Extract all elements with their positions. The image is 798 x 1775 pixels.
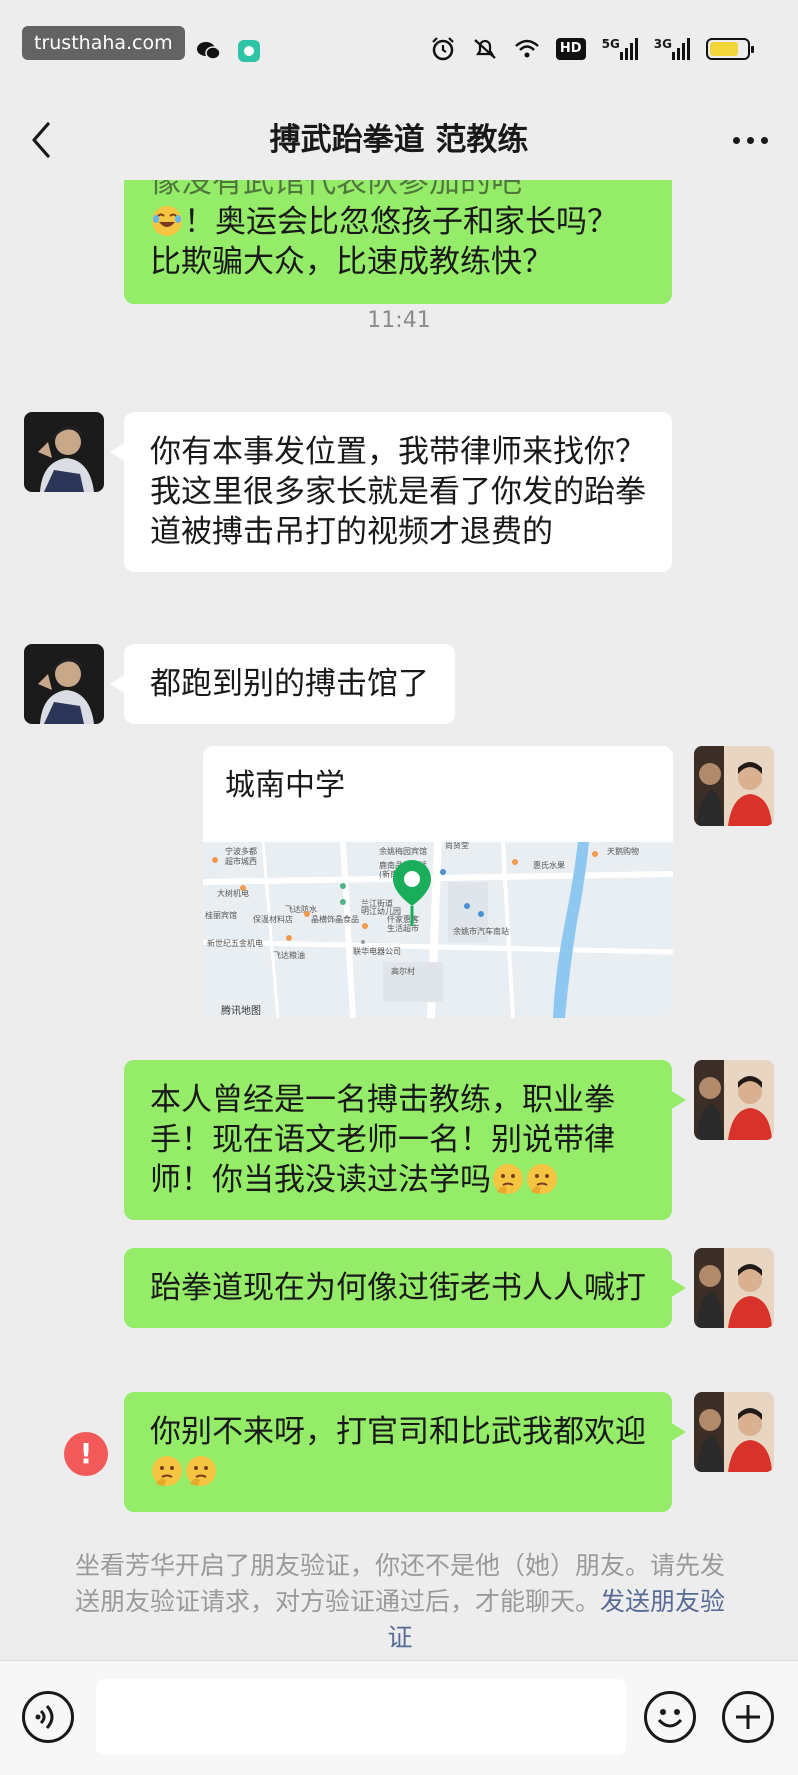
wechat-icon [197,42,221,60]
app-notification-icon [238,40,260,62]
map-label: 飞达粮油 [273,950,305,960]
location-map[interactable]: 宁波多都 超市城西 余姚梅园宾馆 尚贤堂 天鹅购物 惠氏水果 大树机电 鹿南品质… [203,842,673,1018]
map-label: 天鹅购物 [607,846,639,856]
map-label: 仟家惠客 [387,914,419,924]
map-label: 新世纪五金机电 [207,938,263,948]
message-line-text: ！奥运会比忽悠孩子和家长吗？ [184,204,618,240]
thinking-emoji-icon [186,1456,216,1486]
system-note: 坐看芳华开启了朋友验证，你还不是他（她）朋友。请先发送朋友验证请求，对方验证通过… [64,1548,736,1656]
map-label: 余姚市汽车南站 [453,926,509,936]
map-label: 尚贤堂 [445,842,469,850]
message-bubble-received[interactable]: 你有本事发位置，我带律师来找你？我这里很多家长就是看了你发的跆拳道被搏击吊打的视… [110,412,672,572]
map-provider-label: 腾讯地图 [221,1004,261,1017]
location-card[interactable]: 城南中学 宁波多都 超市城西 余姚梅园宾馆 尚贤堂 天鹅购物 惠氏水果 大树机电… [203,746,673,1018]
map-label: 余姚梅园宾馆 [379,846,427,856]
map-label: 联华电器公司 [353,946,401,956]
my-avatar[interactable] [694,1248,774,1328]
message-timestamp: 11:41 [367,308,431,333]
alarm-icon [432,37,454,61]
message-bubble-sent[interactable]: 像没有武馆代表队参加的吧 ！奥运会比忽悠孩子和家长吗？ 比欺骗大众，比速成教练快… [124,180,672,304]
map-label: 惠氏水果 [533,860,565,870]
voice-icon[interactable] [22,1691,74,1743]
thinking-emoji-icon [493,1164,523,1194]
wifi-icon [515,39,539,58]
signal-5g-icon: 5G [602,38,638,60]
map-label: 晶横饰晶食品 [311,914,359,924]
laughing-emoji-icon [152,206,182,236]
chat-area[interactable]: 像没有武馆代表队参加的吧 ！奥运会比忽悠孩子和家长吗？ 比欺骗大众，比速成教练快… [0,180,798,1660]
message-bubble-received[interactable]: 都跑到别的搏击馆了 [110,644,455,724]
watermark: trusthaha.com [22,26,185,60]
thinking-emoji-icon [152,1456,182,1486]
map-label: 高尔村 [391,966,415,976]
map-label: 飞达防水 [285,904,317,914]
hd-badge: HD [555,38,586,60]
mute-icon [474,39,496,59]
more-icon[interactable] [724,118,776,162]
map-label: 宁波多都 [225,846,257,856]
map-label: 超市城西 [225,856,257,866]
message-line: 比欺骗大众，比速成教练快？ [150,244,553,280]
map-label: 保温材料店 [253,914,293,924]
message-line: 像没有武馆代表队参加的吧 [150,180,522,200]
input-bar [0,1660,798,1775]
status-bar: trusthaha.com HD 5G 3G [0,0,798,100]
location-title: 城南中学 [225,768,345,803]
my-avatar[interactable] [694,1392,774,1472]
map-label: 生活超市 [387,923,419,933]
message-bubble-sent[interactable]: 跆拳道现在为何像过街老书人人喊打 [124,1248,686,1328]
chat-header: 搏武跆拳道 范教练 [0,100,798,180]
signal-bars-icon [619,38,638,60]
battery-icon [706,38,754,60]
my-avatar[interactable] [694,746,774,826]
thinking-emoji-icon [527,1164,557,1194]
chat-title: 搏武跆拳道 范教练 [269,122,529,158]
signal-5g-label: 5G [601,37,620,51]
message-text: 你别不来呀，打官司和比武我都欢迎 [150,1414,646,1450]
message-input[interactable] [96,1679,626,1755]
my-avatar[interactable] [694,1060,774,1140]
emoji-icon[interactable] [644,1691,696,1743]
signal-3g-icon: 3G [654,38,690,60]
message-bubble-sent[interactable]: 你别不来呀，打官司和比武我都欢迎 [124,1392,686,1512]
map-label: 桂丽宾馆 [205,910,237,920]
contact-avatar[interactable] [24,412,104,492]
error-icon[interactable]: ! [64,1432,108,1476]
status-left-icons [196,38,262,64]
contact-avatar[interactable] [24,644,104,724]
signal-bars-icon [672,38,690,60]
plus-icon[interactable] [722,1691,774,1743]
message-line: ！奥运会比忽悠孩子和家长吗？ [150,202,646,242]
message-bubble-sent[interactable]: 本人曾经是一名搏击教练，职业拳手！现在语文老师一名！别说带律师！你当我没读过法学… [124,1060,686,1220]
status-right-icons: HD 5G 3G [430,36,754,62]
signal-3g-label: 3G [653,37,672,51]
